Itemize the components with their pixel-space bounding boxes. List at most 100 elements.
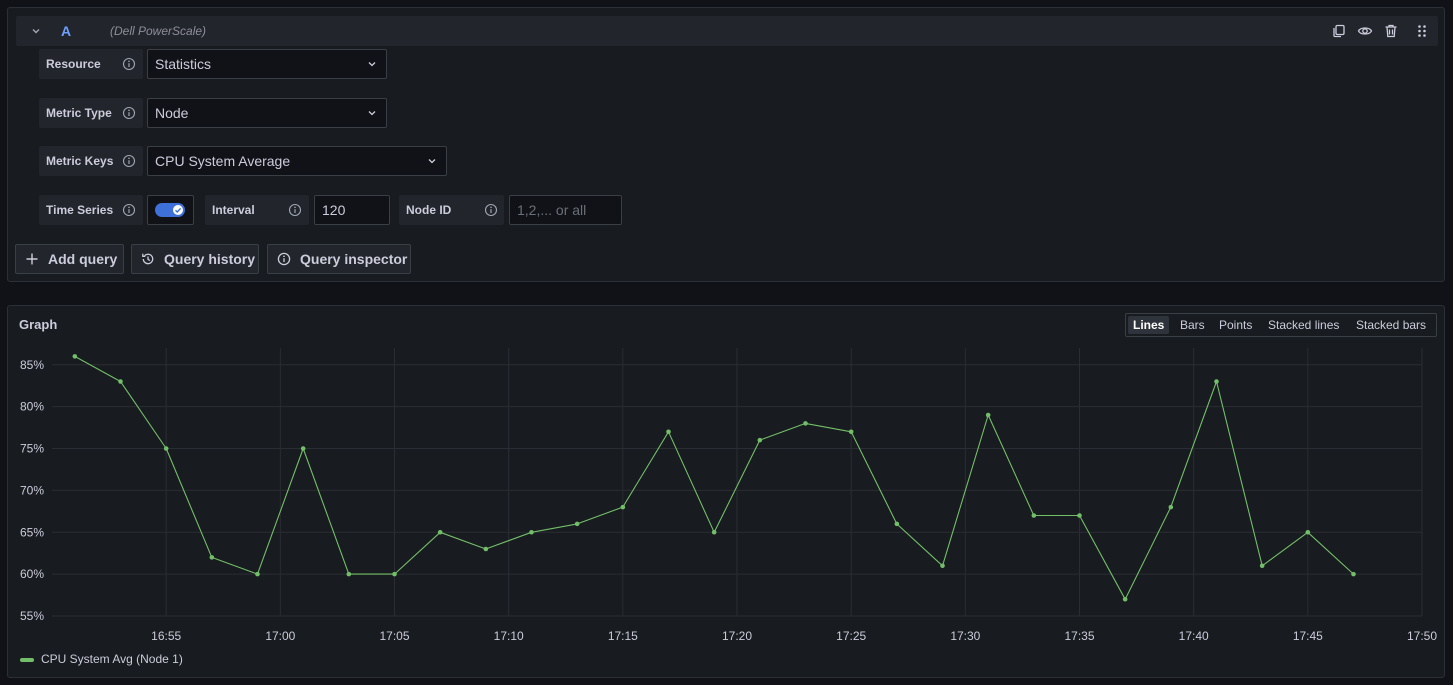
info-icon[interactable] — [122, 106, 136, 120]
check-icon — [173, 205, 183, 215]
y-tick-label: 85% — [20, 358, 44, 372]
query-inspector-button[interactable]: Query inspector — [267, 244, 411, 274]
data-point — [894, 521, 900, 527]
data-point — [1351, 571, 1356, 577]
interval-input[interactable] — [314, 195, 390, 225]
legend-swatch — [20, 658, 34, 662]
query-history-button[interactable]: Query history — [131, 244, 259, 274]
add-query-button[interactable]: Add query — [15, 244, 124, 274]
add-query-label: Add query — [48, 251, 118, 267]
data-point — [803, 421, 808, 426]
data-point — [1122, 596, 1128, 602]
data-point — [1214, 379, 1219, 384]
drag-handle-icon[interactable] — [1414, 23, 1430, 39]
query-editor-panel: A (Dell PowerScale) Resource Statistics … — [7, 7, 1445, 282]
graph-panel: Graph Lines Bars Points Stacked lines St… — [7, 305, 1445, 678]
info-icon[interactable] — [122, 57, 136, 71]
interval-label-text: Interval — [212, 203, 255, 217]
y-tick-label: 60% — [20, 567, 44, 581]
trash-icon[interactable] — [1383, 23, 1399, 39]
data-point — [529, 529, 534, 535]
series-line — [74, 355, 1354, 600]
metric-keys-select[interactable]: CPU System Average — [147, 146, 447, 176]
x-tick-label: 16:55 — [151, 629, 181, 643]
data-point — [848, 429, 854, 435]
plus-icon — [25, 252, 39, 266]
info-icon[interactable] — [122, 203, 136, 217]
data-point — [574, 521, 580, 527]
resource-select-value: Statistics — [155, 56, 212, 72]
y-tick-label: 65% — [20, 525, 44, 539]
x-tick-label: 17:10 — [494, 629, 524, 643]
data-point — [940, 563, 945, 569]
data-point — [711, 529, 717, 535]
data-point — [1168, 504, 1174, 510]
data-point — [300, 446, 306, 451]
resource-label: Resource — [39, 49, 143, 79]
x-tick-label: 17:00 — [265, 629, 295, 643]
node-id-label: Node ID — [399, 195, 504, 225]
duplicate-icon[interactable] — [1331, 23, 1347, 39]
collapse-chevron-icon[interactable] — [29, 24, 43, 38]
data-point — [163, 446, 169, 451]
y-tick-label: 80% — [20, 400, 44, 414]
data-point — [1077, 513, 1082, 518]
data-point — [437, 529, 443, 535]
interval-label: Interval — [205, 195, 309, 225]
eye-icon[interactable] — [1357, 23, 1373, 39]
data-point — [72, 354, 78, 359]
metric-keys-select-value: CPU System Average — [155, 153, 291, 169]
data-point — [392, 571, 397, 577]
x-tick-label: 17:45 — [1293, 629, 1323, 643]
x-tick-label: 17:30 — [950, 629, 980, 643]
resource-label-text: Resource — [46, 57, 101, 71]
y-tick-label: 55% — [20, 609, 44, 623]
chevron-down-icon — [367, 108, 377, 118]
query-history-label: Query history — [164, 251, 256, 267]
data-point — [483, 546, 489, 552]
metric-keys-label-text: Metric Keys — [46, 154, 114, 168]
chevron-down-icon — [427, 156, 437, 166]
data-point — [1259, 563, 1265, 569]
query-inspector-label: Query inspector — [300, 251, 408, 267]
query-letter[interactable]: A — [61, 23, 71, 39]
node-id-input[interactable] — [509, 195, 622, 225]
info-icon[interactable] — [122, 154, 136, 168]
metric-type-select[interactable]: Node — [147, 98, 387, 128]
x-tick-label: 17:05 — [379, 629, 409, 643]
datasource-name: (Dell PowerScale) — [110, 24, 207, 38]
node-id-label-text: Node ID — [406, 203, 452, 217]
data-point — [118, 379, 123, 384]
metric-type-label-text: Metric Type — [46, 106, 112, 120]
info-icon[interactable] — [484, 203, 498, 217]
data-point — [255, 571, 260, 577]
x-tick-label: 17:15 — [608, 629, 638, 643]
data-point — [620, 504, 626, 510]
data-point — [666, 429, 671, 435]
info-circle-icon — [277, 252, 291, 266]
time-series-label: Time Series — [39, 195, 143, 225]
data-point — [1031, 513, 1037, 518]
x-tick-label: 17:50 — [1407, 629, 1437, 643]
query-row-header: A (Dell PowerScale) — [16, 16, 1438, 46]
y-tick-label: 70% — [20, 483, 44, 497]
time-series-toggle[interactable] — [155, 203, 185, 217]
metric-type-label: Metric Type — [39, 98, 143, 128]
data-point — [1305, 529, 1311, 535]
y-tick-label: 75% — [20, 442, 44, 456]
info-icon[interactable] — [288, 203, 302, 217]
line-chart: 55% 60% 65% 70% 75% 80% 85% 16:55 17:00 17:05 17:1… — [20, 348, 1437, 643]
data-point — [985, 412, 991, 418]
x-tick-label: 17:35 — [1064, 629, 1094, 643]
metric-keys-label: Metric Keys — [39, 146, 143, 176]
x-tick-label: 17:20 — [722, 629, 752, 643]
chevron-down-icon — [367, 59, 377, 69]
legend-series-name: CPU System Avg (Node 1) — [41, 652, 183, 666]
data-point — [757, 437, 763, 443]
x-tick-label: 17:25 — [836, 629, 866, 643]
data-point — [209, 555, 215, 560]
resource-select[interactable]: Statistics — [147, 49, 387, 79]
time-series-toggle-wrapper — [147, 195, 194, 225]
metric-type-select-value: Node — [155, 105, 189, 121]
x-tick-label: 17:40 — [1179, 629, 1209, 643]
